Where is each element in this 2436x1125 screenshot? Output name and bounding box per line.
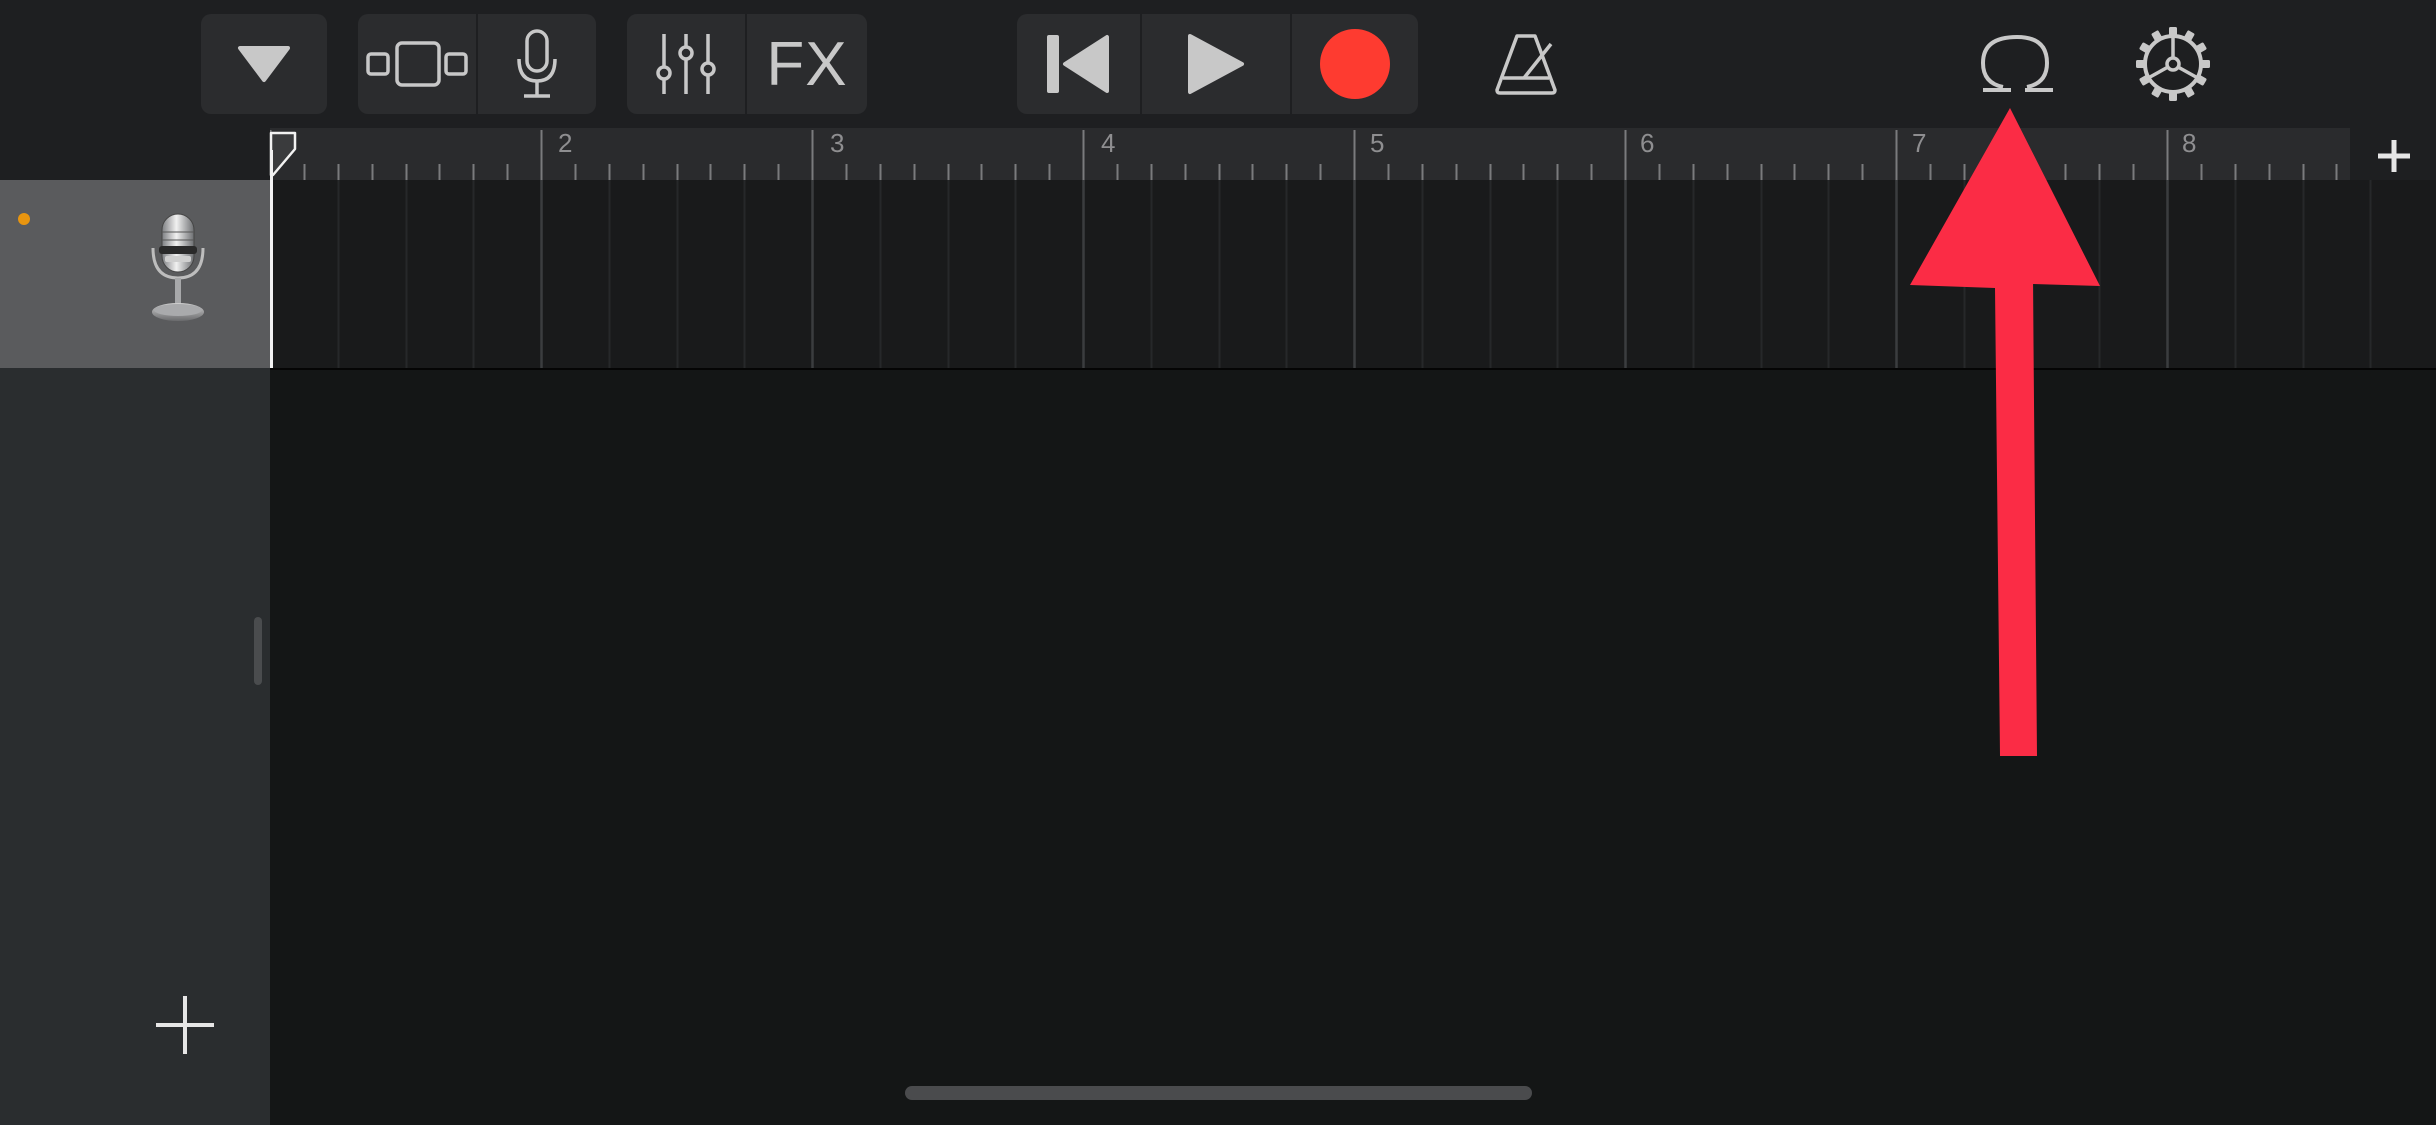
play-button[interactable] xyxy=(1139,14,1291,114)
microphone-icon xyxy=(517,29,557,98)
gear-icon xyxy=(2136,27,2210,101)
garageband-window: FX 2 3 4 5 6 7 8 xyxy=(0,0,2436,1125)
home-indicator[interactable] xyxy=(905,1086,1532,1100)
fx-label: FX xyxy=(766,29,848,99)
track-status-dot xyxy=(18,213,30,225)
view-button-group xyxy=(358,14,596,114)
sliders-icon xyxy=(656,34,716,94)
transport-controls xyxy=(1017,14,1418,114)
ruler-left-spacer xyxy=(0,128,270,180)
tracks-view-button[interactable] xyxy=(358,14,476,114)
browser-button[interactable] xyxy=(201,14,327,114)
skip-back-icon xyxy=(1047,35,1110,93)
toolbar: FX xyxy=(0,0,2436,128)
add-section-button[interactable] xyxy=(2372,134,2416,178)
ruler-bar-4: 4 xyxy=(1101,128,1116,158)
browser-button-group xyxy=(201,14,327,114)
triangle-down-icon xyxy=(238,46,290,82)
fx-button[interactable]: FX xyxy=(745,14,867,114)
ruler-bar-3: 3 xyxy=(830,128,845,158)
ruler-bar-5: 5 xyxy=(1370,128,1385,158)
track-lane[interactable] xyxy=(270,180,2436,370)
loop-browser-button[interactable] xyxy=(1972,14,2062,114)
timeline-area[interactable] xyxy=(270,180,2436,1125)
record-icon xyxy=(1320,29,1391,99)
play-icon xyxy=(1188,34,1245,94)
playhead[interactable] xyxy=(270,150,273,368)
record-button[interactable] xyxy=(1290,14,1418,114)
instrument-button[interactable] xyxy=(476,14,596,114)
studio-microphone-icon xyxy=(145,212,215,337)
go-to-beginning-button[interactable] xyxy=(1017,14,1140,114)
ruler-bar-6: 6 xyxy=(1640,128,1655,158)
metronome-icon xyxy=(1495,34,1557,95)
track-lane-grid xyxy=(270,180,2372,368)
loop-browser-icon xyxy=(1980,34,2053,92)
track-column-resize-handle[interactable] xyxy=(254,617,262,685)
tracks-view-icon xyxy=(366,41,468,87)
add-track-button[interactable] xyxy=(154,994,216,1056)
mixer-button[interactable] xyxy=(627,14,745,114)
ruler-bar-8: 8 xyxy=(2182,128,2197,158)
plus-icon xyxy=(156,996,214,1054)
track-header-audio-recorder[interactable] xyxy=(0,180,270,368)
mixer-button-group: FX xyxy=(627,14,867,114)
ruler-bar-2: 2 xyxy=(558,128,573,158)
ruler-bar-7: 7 xyxy=(1912,128,1927,158)
plus-icon xyxy=(2378,140,2410,172)
settings-button[interactable] xyxy=(2130,14,2216,114)
track-headers xyxy=(0,180,270,1125)
ruler[interactable]: 2 3 4 5 6 7 8 xyxy=(270,128,2350,180)
playhead-handle[interactable] xyxy=(269,131,299,184)
metronome-button[interactable] xyxy=(1486,14,1566,114)
ruler-ticks xyxy=(270,130,2338,180)
